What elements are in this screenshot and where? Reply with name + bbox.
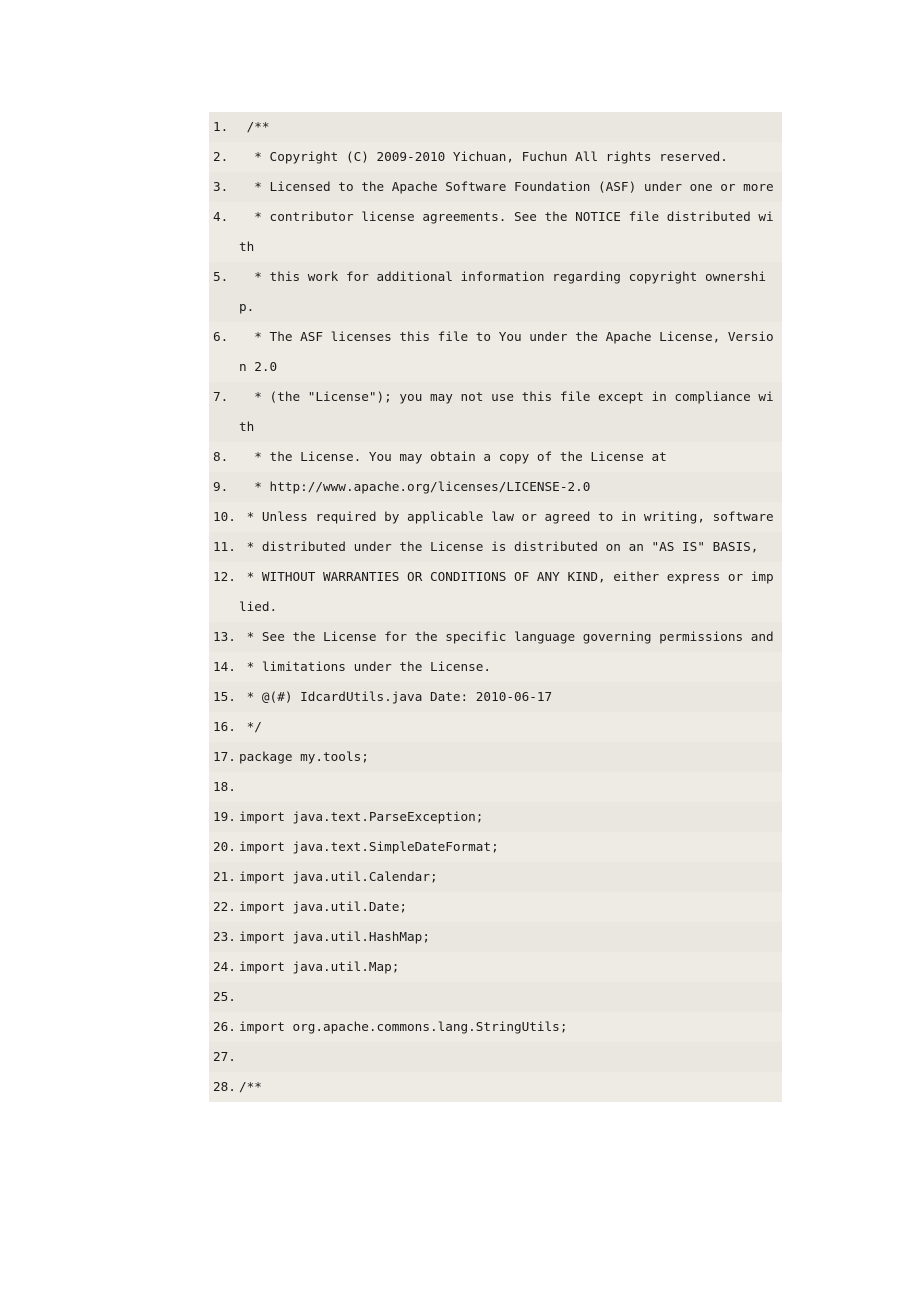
code-line: 7. * (the "License"); you may not use th… [209, 382, 782, 442]
line-number: 12. [213, 569, 236, 584]
code-line: 11. * distributed under the License is d… [209, 532, 782, 562]
line-number: 21. [213, 869, 236, 884]
code-line-text: * Copyright (C) 2009-2010 Yichuan, Fuchu… [239, 149, 728, 164]
code-line-text: * contributor license agreements. See th… [239, 209, 774, 254]
code-line: 16. */ [209, 712, 782, 742]
code-line-text: * the License. You may obtain a copy of … [239, 449, 667, 464]
line-number: 27. [213, 1049, 236, 1064]
code-line-text: * distributed under the License is distr… [239, 539, 759, 554]
code-line: 8. * the License. You may obtain a copy … [209, 442, 782, 472]
code-line: 18. [209, 772, 782, 802]
code-line: 17. package my.tools; [209, 742, 782, 772]
code-line: 20. import java.text.SimpleDateFormat; [209, 832, 782, 862]
code-line-text: * @(#) IdcardUtils.java Date: 2010-06-17 [239, 689, 553, 704]
code-line: 21. import java.util.Calendar; [209, 862, 782, 892]
line-number: 28. [213, 1079, 236, 1094]
code-line: 6. * The ASF licenses this file to You u… [209, 322, 782, 382]
line-number: 24. [213, 959, 236, 974]
code-line: 4. * contributor license agreements. See… [209, 202, 782, 262]
code-line: 24. import java.util.Map; [209, 952, 782, 982]
line-number: 11. [213, 539, 236, 554]
code-line: 13. * See the License for the specific l… [209, 622, 782, 652]
code-listing: 1. /** 2. * Copyright (C) 2009-2010 Yichu… [209, 112, 782, 1102]
line-number: 23. [213, 929, 236, 944]
line-number: 22. [213, 899, 236, 914]
code-line-text: package my.tools; [239, 749, 369, 764]
line-number: 7. [213, 389, 229, 404]
code-line-text: import java.util.HashMap; [239, 929, 430, 944]
code-line-text: import org.apache.commons.lang.StringUti… [239, 1019, 568, 1034]
code-line: 5. * this work for additional informatio… [209, 262, 782, 322]
code-line: 9. * http://www.apache.org/licenses/LICE… [209, 472, 782, 502]
line-number: 1. [213, 119, 229, 134]
line-number: 19. [213, 809, 236, 824]
line-number: 8. [213, 449, 229, 464]
code-line-text: */ [239, 719, 262, 734]
line-number: 26. [213, 1019, 236, 1034]
code-line-text: import java.util.Date; [239, 899, 408, 914]
code-line-text: import java.text.ParseException; [239, 809, 484, 824]
code-line-text: * See the License for the specific langu… [239, 629, 782, 644]
code-line: 10. * Unless required by applicable law … [209, 502, 782, 532]
code-line: 1. /** [209, 112, 782, 142]
code-line-text: * Unless required by applicable law or a… [239, 509, 782, 524]
line-number: 3. [213, 179, 229, 194]
code-line-text: import java.text.SimpleDateFormat; [239, 839, 499, 854]
code-line-text: import java.util.Calendar; [239, 869, 438, 884]
code-line-text: * The ASF licenses this file to You unde… [239, 329, 774, 374]
code-line-text: * (the "License"); you may not use this … [239, 389, 774, 434]
line-number: 25. [213, 989, 236, 1004]
code-line-text: * this work for additional information r… [239, 269, 767, 314]
code-line: 27. [209, 1042, 782, 1072]
code-line: 25. [209, 982, 782, 1012]
code-line: 2. * Copyright (C) 2009-2010 Yichuan, Fu… [209, 142, 782, 172]
code-line: 19. import java.text.ParseException; [209, 802, 782, 832]
line-number: 15. [213, 689, 236, 704]
line-number: 5. [213, 269, 229, 284]
code-line: 28./** [209, 1072, 782, 1102]
code-line-text: * http://www.apache.org/licenses/LICENSE… [239, 479, 591, 494]
code-line: 14. * limitations under the License. [209, 652, 782, 682]
line-number: 14. [213, 659, 236, 674]
code-line-text: * WITHOUT WARRANTIES OR CONDITIONS OF AN… [239, 569, 774, 614]
line-number: 16. [213, 719, 236, 734]
line-number: 4. [213, 209, 229, 224]
line-number: 2. [213, 149, 229, 164]
code-line-text: /** [239, 1079, 262, 1094]
line-number: 6. [213, 329, 229, 344]
code-line: 15. * @(#) IdcardUtils.java Date: 2010-0… [209, 682, 782, 712]
code-line-text: * Licensed to the Apache Software Founda… [239, 179, 774, 194]
code-line-text: /** [239, 119, 270, 134]
code-line: 22. import java.util.Date; [209, 892, 782, 922]
code-line: 26. import org.apache.commons.lang.String… [209, 1012, 782, 1042]
line-number: 13. [213, 629, 236, 644]
code-line: 23. import java.util.HashMap; [209, 922, 782, 952]
line-number: 17. [213, 749, 236, 764]
line-number: 10. [213, 509, 236, 524]
code-line-text: * limitations under the License. [239, 659, 492, 674]
code-line: 3. * Licensed to the Apache Software Fou… [209, 172, 782, 202]
code-line: 12. * WITHOUT WARRANTIES OR CONDITIONS O… [209, 562, 782, 622]
line-number: 18. [213, 779, 236, 794]
line-number: 20. [213, 839, 236, 854]
code-line-text: import java.util.Map; [239, 959, 400, 974]
line-number: 9. [213, 479, 229, 494]
